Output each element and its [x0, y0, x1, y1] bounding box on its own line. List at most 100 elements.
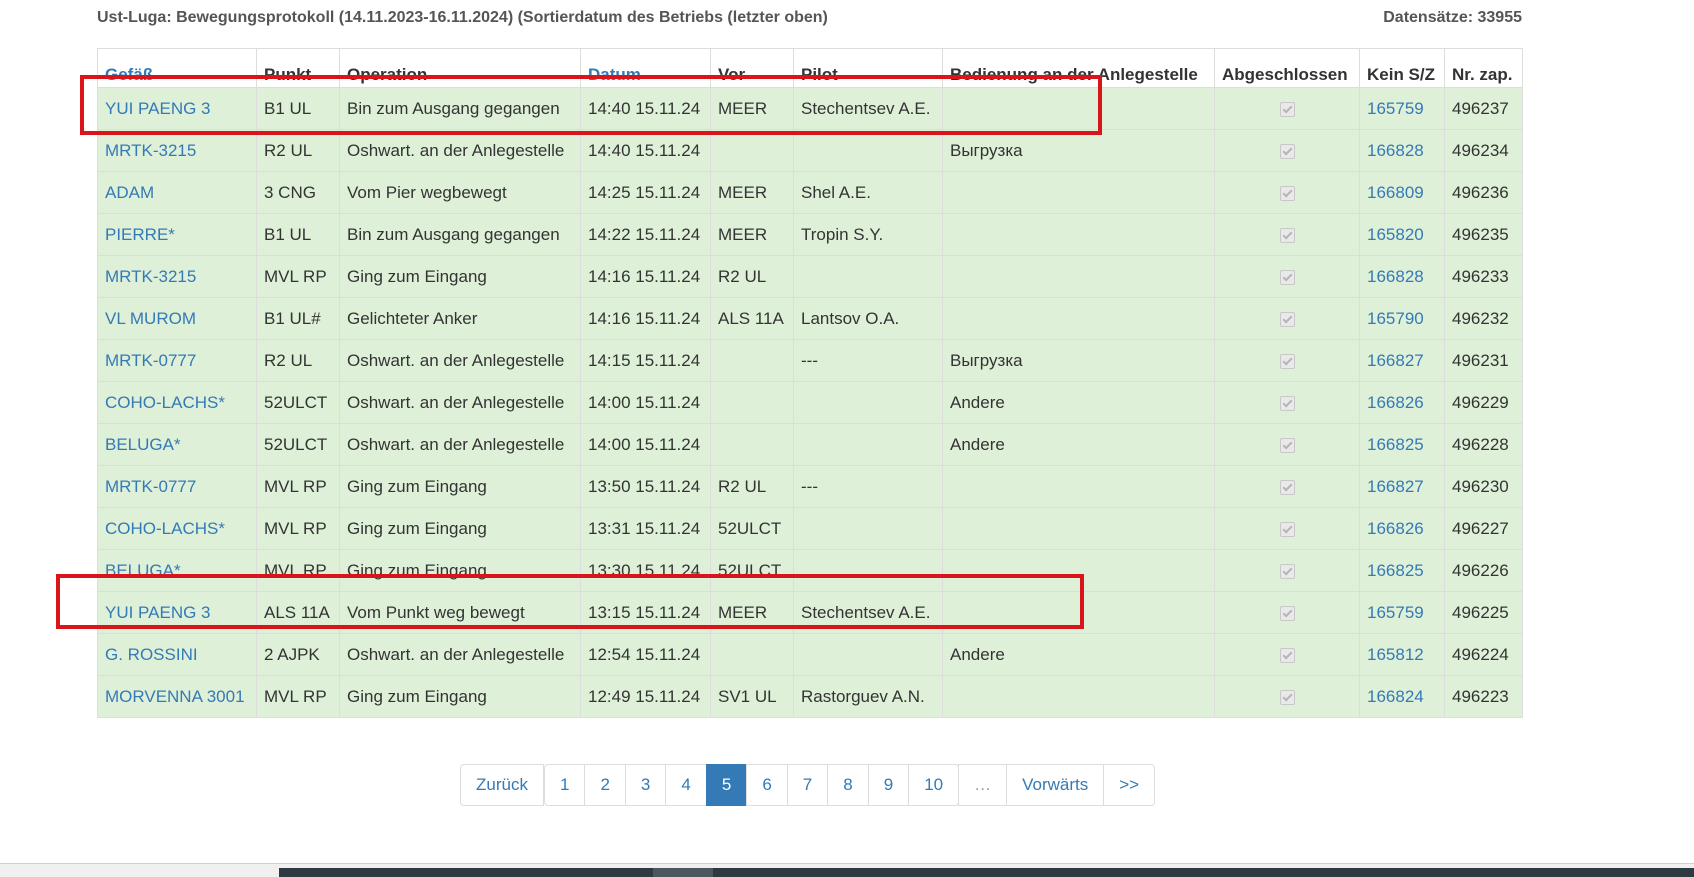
- cell-vessel[interactable]: BELUGA*: [97, 423, 257, 466]
- cell-sz[interactable]: 165790: [1359, 297, 1445, 340]
- pagination-next-button[interactable]: Vorwärts: [1006, 764, 1105, 806]
- table-row: COHO-LACHS* 52ULCT Oshwart. an der Anleges…: [97, 381, 1523, 424]
- cell-operation: Oshwart. an der Anlegestelle: [339, 423, 581, 466]
- cell-from: SV1 UL: [710, 675, 794, 718]
- cell-point: 3 CNG: [256, 171, 340, 214]
- cell-nr: 496231: [1444, 339, 1523, 382]
- pagination-page-5[interactable]: 5: [705, 764, 748, 806]
- cell-operation: Bin zum Ausgang gegangen: [339, 213, 581, 256]
- cell-vessel[interactable]: MORVENNA 3001: [97, 675, 257, 718]
- sort-by-date-link[interactable]: Datum: [588, 65, 641, 84]
- cell-service: [942, 591, 1215, 634]
- cell-sz[interactable]: 166824: [1359, 675, 1445, 718]
- cell-nr: 496235: [1444, 213, 1523, 256]
- cell-completed: [1214, 675, 1360, 718]
- column-header-pilot: Pilot: [793, 48, 943, 88]
- cell-completed: [1214, 423, 1360, 466]
- cell-vessel[interactable]: ADAM: [97, 171, 257, 214]
- cell-nr: 496237: [1444, 87, 1523, 130]
- cell-sz[interactable]: 165812: [1359, 633, 1445, 676]
- cell-point: MVL RP: [256, 465, 340, 508]
- table-row: MRTK-0777 MVL RP Ging zum Eingang 13:50 15.…: [97, 465, 1523, 508]
- pagination-page-3[interactable]: 3: [624, 764, 667, 806]
- table-row: MRTK-3215 R2 UL Oshwart. an der Anlegestel…: [97, 129, 1523, 172]
- cell-nr: 496226: [1444, 549, 1523, 592]
- cell-from: MEER: [710, 171, 794, 214]
- cell-pilot: [793, 129, 943, 172]
- cell-point: R2 UL: [256, 339, 340, 382]
- cell-nr: 496232: [1444, 297, 1523, 340]
- cell-nr: 496230: [1444, 465, 1523, 508]
- horizontal-scrollbar[interactable]: [0, 863, 1694, 877]
- column-header-point: Punkt: [256, 48, 340, 88]
- cell-sz[interactable]: 166827: [1359, 465, 1445, 508]
- cell-point: R2 UL: [256, 129, 340, 172]
- cell-completed: [1214, 549, 1360, 592]
- cell-vessel[interactable]: PIERRE*: [97, 213, 257, 256]
- pagination-page-1[interactable]: 1: [543, 764, 586, 806]
- cell-nr: 496225: [1444, 591, 1523, 634]
- cell-service: [942, 297, 1215, 340]
- cell-service: Andere: [942, 423, 1215, 466]
- pagination-page-8[interactable]: 8: [827, 764, 869, 806]
- pagination-last-button[interactable]: >>: [1103, 764, 1156, 806]
- cell-sz[interactable]: 166825: [1359, 549, 1445, 592]
- cell-sz[interactable]: 165759: [1359, 87, 1445, 130]
- cell-vessel[interactable]: MRTK-0777: [97, 465, 257, 508]
- cell-sz[interactable]: 166826: [1359, 381, 1445, 424]
- pagination-page-6[interactable]: 6: [746, 764, 788, 806]
- cell-pilot: Stechentsev A.E.: [793, 591, 943, 634]
- cell-point: B1 UL#: [256, 297, 340, 340]
- cell-service: [942, 549, 1215, 592]
- cell-completed: [1214, 591, 1360, 634]
- pagination-page-7[interactable]: 7: [786, 764, 829, 806]
- column-header-vessel[interactable]: Gefäß: [97, 48, 257, 88]
- cell-date: 14:00 15.11.24: [580, 381, 711, 424]
- cell-vessel[interactable]: BELUGA*: [97, 549, 257, 592]
- cell-sz[interactable]: 166828: [1359, 255, 1445, 298]
- cell-completed: [1214, 213, 1360, 256]
- table-row: VL MUROM B1 UL# Gelichteter Anker 14:16 15.…: [97, 297, 1523, 340]
- cell-pilot: Lantsov O.A.: [793, 297, 943, 340]
- pagination-prev-button[interactable]: Zurück: [460, 764, 544, 806]
- cell-vessel[interactable]: MRTK-3215: [97, 129, 257, 172]
- table-row: PIERRE* B1 UL Bin zum Ausgang gegangen 14:2…: [97, 213, 1523, 256]
- cell-from: MEER: [710, 213, 794, 256]
- cell-pilot: [793, 423, 943, 466]
- completed-checkbox: [1279, 437, 1295, 453]
- cell-pilot: [793, 255, 943, 298]
- cell-vessel[interactable]: YUI PAENG 3: [97, 87, 257, 130]
- column-header-service: Bedienung an der Anlegestelle: [942, 48, 1215, 88]
- cell-vessel[interactable]: VL MUROM: [97, 297, 257, 340]
- column-header-date[interactable]: Datum: [580, 48, 711, 88]
- cell-pilot: ---: [793, 339, 943, 382]
- sort-by-vessel-link[interactable]: Gefäß: [105, 65, 153, 84]
- cell-date: 13:50 15.11.24: [580, 465, 711, 508]
- cell-sz[interactable]: 166809: [1359, 171, 1445, 214]
- cell-vessel[interactable]: MRTK-0777: [97, 339, 257, 382]
- cell-vessel[interactable]: MRTK-3215: [97, 255, 257, 298]
- cell-from: 52ULCT: [710, 549, 794, 592]
- cell-sz[interactable]: 166826: [1359, 507, 1445, 550]
- cell-vessel[interactable]: COHO-LACHS*: [97, 381, 257, 424]
- cell-point: ALS 11A: [256, 591, 340, 634]
- cell-sz[interactable]: 165820: [1359, 213, 1445, 256]
- cell-nr: 496234: [1444, 129, 1523, 172]
- cell-sz[interactable]: 166825: [1359, 423, 1445, 466]
- cell-completed: [1214, 129, 1360, 172]
- pagination-page-2[interactable]: 2: [584, 764, 626, 806]
- table-row: MRTK-0777 R2 UL Oshwart. an der Anlegestel…: [97, 339, 1523, 382]
- cell-vessel[interactable]: COHO-LACHS*: [97, 507, 257, 550]
- cell-service: Andere: [942, 633, 1215, 676]
- cell-vessel[interactable]: YUI PAENG 3: [97, 591, 257, 634]
- pagination-page-4[interactable]: 4: [665, 764, 707, 806]
- table-row: YUI PAENG 3 B1 UL Bin zum Ausgang gegangen…: [97, 87, 1523, 130]
- page-title: Ust-Luga: Bewegungsprotokoll (14.11.2023…: [97, 9, 828, 26]
- cell-sz[interactable]: 166828: [1359, 129, 1445, 172]
- cell-vessel[interactable]: G. ROSSINI: [97, 633, 257, 676]
- table-row: MRTK-3215 MVL RP Ging zum Eingang 14:16 15.…: [97, 255, 1523, 298]
- pagination-page-10[interactable]: 10: [908, 764, 960, 806]
- pagination-page-9[interactable]: 9: [867, 764, 910, 806]
- cell-sz[interactable]: 166827: [1359, 339, 1445, 382]
- cell-sz[interactable]: 165759: [1359, 591, 1445, 634]
